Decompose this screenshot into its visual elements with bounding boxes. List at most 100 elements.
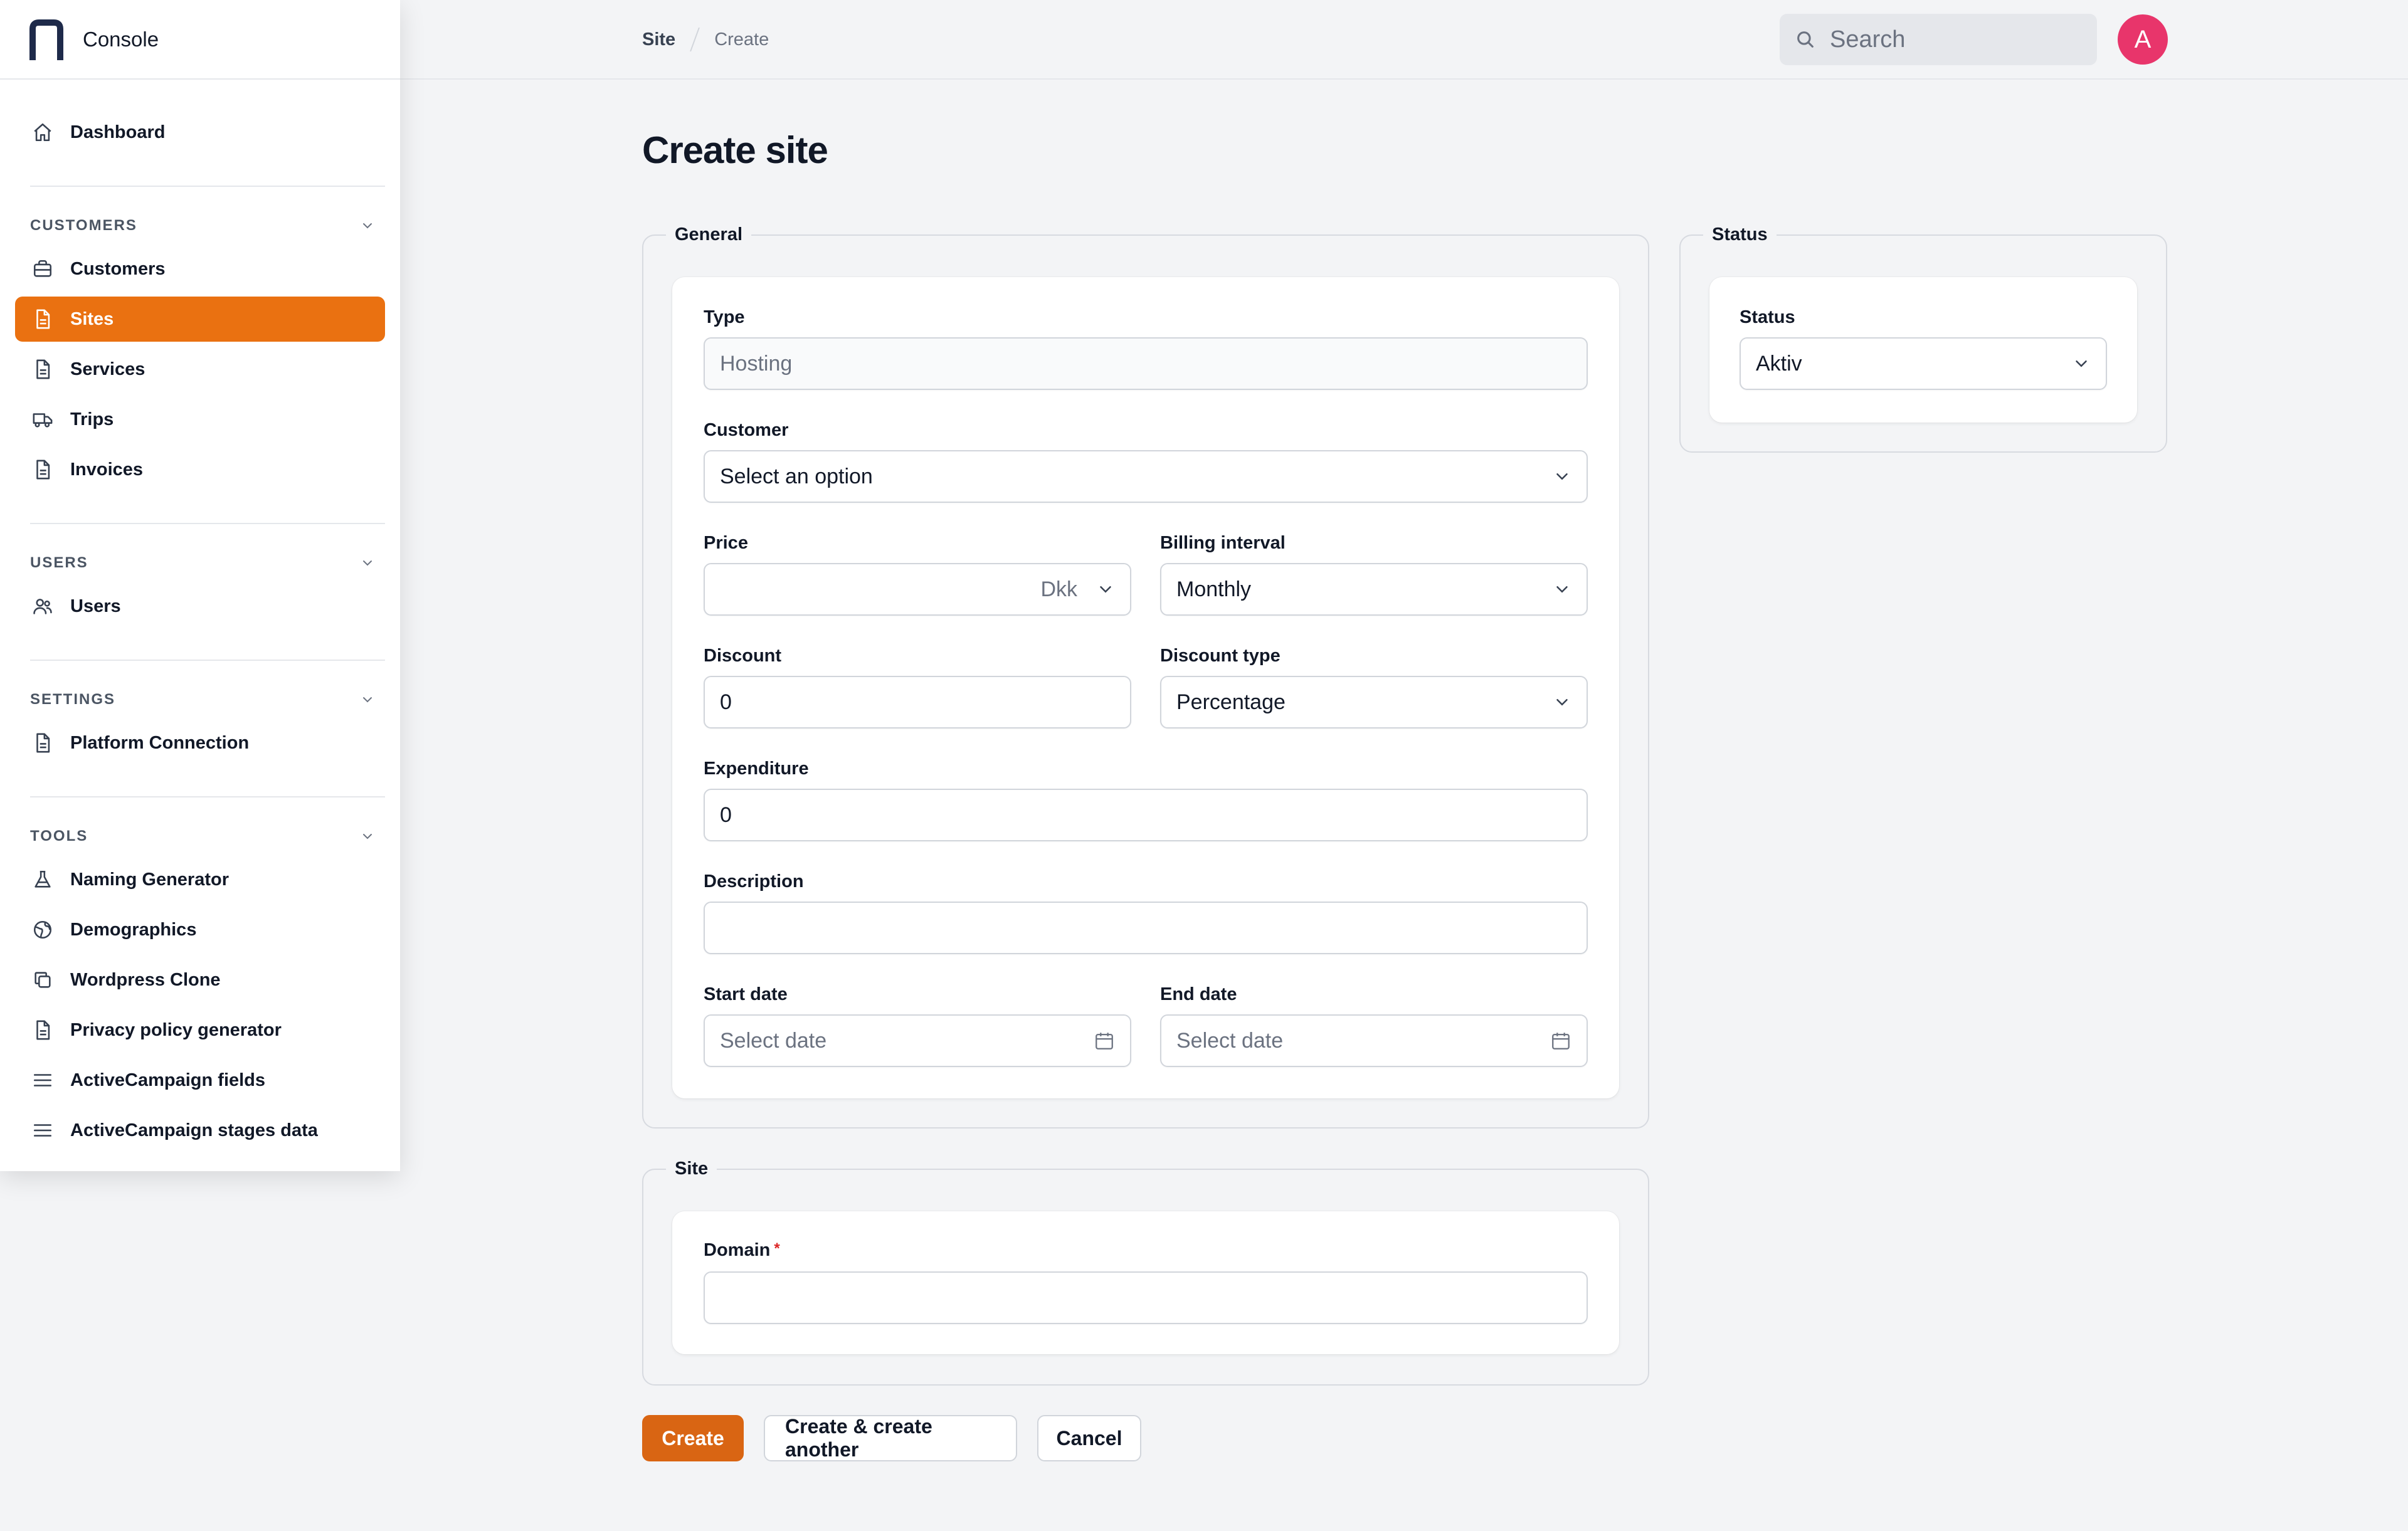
sidebar-item-privacy-policy-generator[interactable]: Privacy policy generator (15, 1008, 385, 1053)
create-button[interactable]: Create (642, 1415, 744, 1461)
search-icon (1797, 31, 1814, 48)
sidebar-divider (30, 186, 385, 187)
create-and-create-another-button[interactable]: Create & create another (764, 1415, 1017, 1461)
start-date-picker[interactable]: Select date (704, 1014, 1131, 1067)
price-label: Price (704, 533, 748, 553)
sidebar-item-label: Privacy policy generator (70, 1019, 282, 1040)
beaker-icon (31, 868, 54, 891)
description-field[interactable] (704, 902, 1588, 954)
discount-value: 0 (720, 690, 732, 714)
brand[interactable]: Console (0, 0, 400, 80)
required-indicator: * (774, 1240, 780, 1257)
sidebar-item-activecampaign-stages-data[interactable]: ActiveCampaign stages data (15, 1108, 385, 1153)
sidebar-item-invoices[interactable]: Invoices (15, 447, 385, 492)
sidebar-item-sites[interactable]: Sites (15, 297, 385, 342)
document-icon (31, 732, 54, 754)
document-icon (31, 308, 54, 330)
section-legend: Status (1712, 224, 1768, 245)
sidebar-divider (30, 796, 385, 797)
discount-field[interactable]: 0 (704, 676, 1131, 729)
breadcrumb-create: Create (714, 29, 769, 50)
app-name: Console (83, 27, 159, 51)
end-date-label: End date (1160, 984, 1237, 1004)
billing-interval-label: Billing interval (1160, 533, 1286, 553)
breadcrumb-site[interactable]: Site (642, 29, 675, 50)
type-field[interactable]: Hosting (704, 337, 1588, 390)
group-header-customers[interactable]: CUSTOMERS (30, 217, 375, 234)
chevron-down-icon (1556, 699, 1568, 706)
chevron-down-icon (363, 697, 372, 703)
expenditure-label: Expenditure (704, 759, 809, 779)
cancel-button[interactable]: Cancel (1037, 1415, 1141, 1461)
sidebar-item-activecampaign-fields[interactable]: ActiveCampaign fields (15, 1058, 385, 1103)
expenditure-field[interactable]: 0 (704, 789, 1588, 841)
sidebar-item-label: ActiveCampaign stages data (70, 1120, 318, 1140)
sidebar-item-label: Demographics (70, 919, 197, 940)
customer-select[interactable]: Select an option (704, 450, 1588, 503)
sidebar-item-platform-connection[interactable]: Platform Connection (15, 720, 385, 766)
logo-icon (29, 19, 63, 60)
chevron-down-icon (1556, 586, 1568, 593)
group-header-tools[interactable]: TOOLS (30, 828, 375, 845)
start-date-label: Start date (704, 984, 788, 1004)
chevron-down-icon (363, 560, 372, 566)
billing-interval-value: Monthly (1176, 577, 1252, 601)
domain-label-text: Domain (704, 1240, 771, 1260)
chevron-down-icon (363, 834, 372, 839)
billing-interval-select[interactable]: Monthly (1160, 563, 1588, 616)
group-title: TOOLS (30, 828, 88, 844)
document-icon (31, 1019, 54, 1041)
sidebar-item-customers[interactable]: Customers (15, 246, 385, 292)
chevron-down-icon (2076, 360, 2087, 367)
globe-icon (31, 918, 54, 941)
chevron-down-icon (1556, 473, 1568, 480)
search-box[interactable] (1780, 14, 2097, 65)
briefcase-icon (31, 258, 54, 280)
status-select[interactable]: Aktiv (1740, 337, 2107, 390)
status-card: Status Aktiv (1709, 277, 2137, 423)
sidebar-item-label: ActiveCampaign fields (70, 1070, 266, 1090)
group-header-users[interactable]: USERS (30, 554, 375, 572)
description-label: Description (704, 871, 804, 892)
section-legend: General (675, 224, 742, 245)
copy-icon (31, 969, 54, 991)
domain-field[interactable] (704, 1271, 1588, 1324)
document-icon (31, 358, 54, 381)
sidebar-item-trips[interactable]: Trips (15, 397, 385, 442)
discount-type-select[interactable]: Percentage (1160, 676, 1588, 729)
truck-icon (31, 408, 54, 431)
section-legend: Site (675, 1159, 709, 1179)
sidebar-item-demographics[interactable]: Demographics (15, 907, 385, 952)
end-date-placeholder: Select date (1176, 1028, 1284, 1053)
sidebar-item-label: Users (70, 596, 121, 616)
avatar[interactable]: A (2118, 14, 2168, 65)
expenditure-value: 0 (720, 802, 732, 827)
sidebar-item-label: Platform Connection (70, 732, 250, 753)
sidebar-item-naming-generator[interactable]: Naming Generator (15, 857, 385, 902)
customer-value: Select an option (720, 464, 873, 488)
discount-label: Discount (704, 646, 782, 666)
general-card: Type Hosting Customer Select an option P… (672, 277, 1619, 1098)
group-title: USERS (30, 554, 88, 571)
group-title: CUSTOMERS (30, 217, 137, 234)
group-header-settings[interactable]: SETTINGS (30, 691, 375, 708)
search-input[interactable] (1830, 26, 2081, 53)
calendar-icon (1096, 1033, 1113, 1050)
status-value: Aktiv (1756, 351, 1802, 376)
list-icon (31, 1069, 54, 1092)
price-field[interactable]: Dkk (704, 563, 1131, 616)
sidebar: Console Dashboard CUSTOMERS Customers Si… (0, 0, 400, 1171)
users-icon (31, 595, 54, 618)
discount-type-label: Discount type (1160, 646, 1281, 666)
sidebar-item-services[interactable]: Services (15, 347, 385, 392)
end-date-picker[interactable]: Select date (1160, 1014, 1588, 1067)
chevron-down-icon[interactable] (1096, 580, 1115, 599)
sidebar-item-users[interactable]: Users (15, 584, 385, 629)
sidebar-item-label: Customers (70, 258, 166, 279)
sidebar-item-wordpress-clone[interactable]: Wordpress Clone (15, 957, 385, 1002)
chevron-down-icon (363, 223, 372, 229)
sidebar-item-label: Naming Generator (70, 869, 229, 890)
sidebar-item-dashboard[interactable]: Dashboard (15, 110, 385, 155)
sidebar-item-label: Services (70, 359, 145, 379)
status-label: Status (1740, 307, 1795, 327)
